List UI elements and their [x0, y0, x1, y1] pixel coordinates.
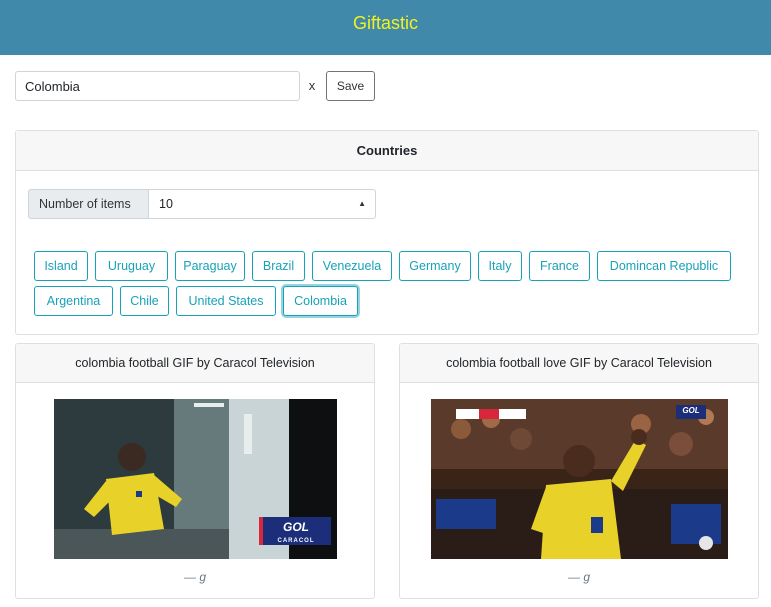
- item-count-label: Number of items: [28, 189, 148, 219]
- country-button-island[interactable]: Island: [34, 251, 88, 281]
- clear-search-button[interactable]: x: [305, 78, 319, 96]
- gif-frame-illustration: [431, 399, 728, 559]
- save-button[interactable]: Save: [326, 71, 375, 101]
- gif-card: colombia football love GIF by Caracol Te…: [399, 343, 759, 599]
- country-button-colombia[interactable]: Colombia: [283, 286, 358, 316]
- gif-card: colombia football GIF by Caracol Televis…: [15, 343, 375, 599]
- item-count-select[interactable]: 10 ▲: [148, 189, 376, 219]
- gol-caracol-logo: GOL CARACOL: [266, 520, 326, 544]
- country-button-paraguay[interactable]: Paraguay: [175, 251, 245, 281]
- gif-image[interactable]: GOL: [431, 399, 728, 559]
- gif-rating: — g: [567, 570, 590, 584]
- search-input[interactable]: [15, 71, 300, 101]
- country-button-uruguay[interactable]: Uruguay: [95, 251, 168, 281]
- gif-image[interactable]: GOL CARACOL: [54, 399, 337, 559]
- item-count-value: 10: [159, 197, 173, 211]
- country-button-italy[interactable]: Italy: [478, 251, 522, 281]
- countries-panel-title: Countries: [16, 131, 758, 171]
- select-arrows-icon: ▲: [358, 199, 366, 208]
- app-header: Giftastic: [0, 0, 771, 55]
- country-button-venezuela[interactable]: Venezuela: [312, 251, 392, 281]
- country-button-france[interactable]: France: [529, 251, 590, 281]
- country-button-united-states[interactable]: United States: [176, 286, 276, 316]
- country-button-argentina[interactable]: Argentina: [34, 286, 113, 316]
- gol-caracol-logo: GOL: [677, 406, 705, 418]
- gif-title: colombia football GIF by Caracol Televis…: [16, 344, 374, 383]
- country-button-dominican-republic[interactable]: Domincan Republic: [597, 251, 731, 281]
- item-count-group: Number of items 10 ▲: [28, 189, 376, 219]
- app-title: Giftastic: [352, 13, 418, 33]
- country-button-germany[interactable]: Germany: [399, 251, 471, 281]
- country-button-chile[interactable]: Chile: [120, 286, 169, 316]
- countries-panel: Countries Number of items 10 ▲ Island Ur…: [15, 130, 759, 335]
- gif-rating: — g: [183, 570, 206, 584]
- country-button-brazil[interactable]: Brazil: [252, 251, 305, 281]
- gif-title: colombia football love GIF by Caracol Te…: [400, 344, 758, 383]
